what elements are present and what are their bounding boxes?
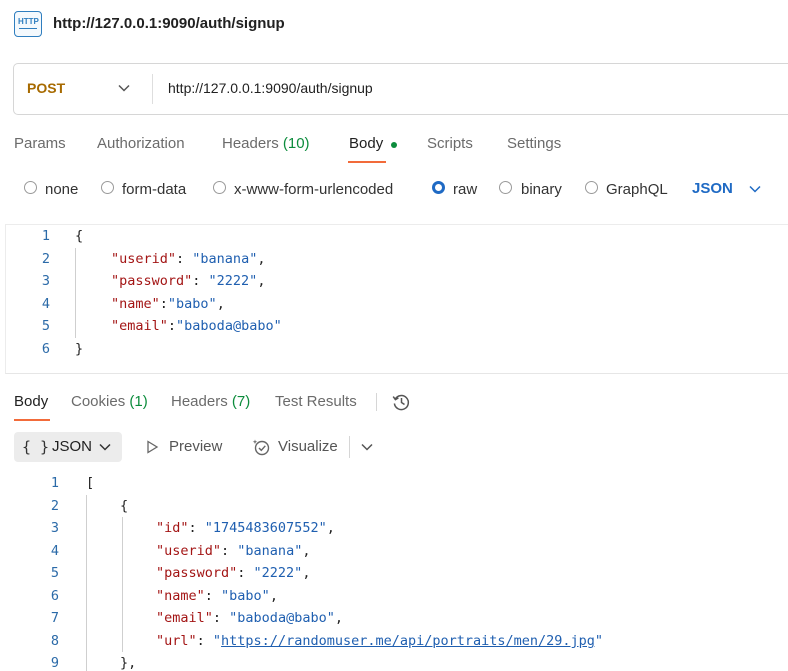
response-tab-test-results[interactable]: Test Results — [275, 393, 357, 410]
radio-graphql-label: GraphQL — [606, 181, 668, 198]
response-tab-cookies[interactable]: Cookies (1) — [71, 393, 148, 410]
history-icon[interactable] — [391, 392, 411, 412]
code-line: "url": "https://randomuser.me/api/portra… — [156, 633, 604, 649]
tab-authorization[interactable]: Authorization — [97, 135, 185, 152]
headers-count: (10) — [282, 135, 310, 152]
radio-urlencoded[interactable] — [213, 181, 226, 194]
language-select[interactable]: JSON — [692, 180, 733, 197]
radio-form-data-label: form-data — [122, 181, 187, 198]
active-tab-indicator — [14, 419, 50, 421]
headers-count: (7) — [231, 393, 251, 410]
braces-icon: { } — [22, 438, 50, 456]
request-title[interactable]: http://127.0.0.1:9090/auth/signup — [53, 15, 285, 32]
code-line: } — [75, 341, 84, 357]
code-line: "password": "2222", — [111, 273, 266, 289]
indent-guide — [75, 248, 76, 338]
radio-form-data[interactable] — [101, 181, 114, 194]
line-number: 6 — [50, 588, 59, 604]
divider — [349, 436, 350, 458]
tab-body[interactable]: Body — [349, 135, 383, 152]
code-line: "userid": "banana", — [111, 251, 266, 267]
tab-scripts[interactable]: Scripts — [427, 135, 473, 152]
method-select[interactable]: POST — [27, 80, 65, 96]
code-line: "password": "2222", — [156, 565, 311, 581]
line-number: 5 — [50, 565, 59, 581]
visualize-button[interactable]: Visualize — [278, 438, 338, 455]
line-number: 1 — [50, 475, 59, 491]
active-tab-indicator — [348, 161, 386, 163]
indent-guide — [122, 517, 123, 652]
radio-raw[interactable] — [432, 181, 445, 194]
response-url-link[interactable]: https://randomuser.me/api/portraits/men/… — [221, 633, 595, 649]
code-line: "email": "baboda@babo", — [156, 610, 343, 626]
divider — [376, 393, 377, 411]
chevron-down-icon[interactable] — [360, 440, 374, 454]
preview-button[interactable]: Preview — [169, 438, 222, 455]
url-input[interactable]: http://127.0.0.1:9090/auth/signup — [168, 80, 373, 96]
line-number: 4 — [41, 296, 50, 312]
radio-urlencoded-label: x-www-form-urlencoded — [234, 181, 394, 198]
chevron-down-icon — [99, 443, 111, 451]
code-line: "id": "1745483607552", — [156, 520, 335, 536]
line-number: 3 — [50, 520, 59, 536]
line-number: 4 — [50, 543, 59, 559]
radio-none-label: none — [45, 181, 79, 198]
radio-binary-label: binary — [521, 181, 562, 198]
url-divider — [152, 74, 153, 104]
http-request-icon: HTTP — [14, 11, 42, 37]
body-modified-dot — [391, 142, 397, 148]
radio-none[interactable] — [24, 181, 37, 194]
line-number: 2 — [50, 498, 59, 514]
play-icon — [147, 440, 159, 454]
tab-headers-label: Headers — [171, 393, 228, 410]
code-line: }, — [120, 655, 137, 671]
response-tab-headers[interactable]: Headers (7) — [171, 393, 250, 410]
line-number: 1 — [41, 228, 50, 244]
line-number: 9 — [50, 655, 59, 671]
cookies-count: (1) — [129, 393, 148, 410]
line-number: 8 — [50, 633, 59, 649]
code-line: "name":"babo", — [111, 296, 225, 312]
code-line: { — [75, 228, 84, 244]
radio-binary[interactable] — [499, 181, 512, 194]
line-number: 7 — [50, 610, 59, 626]
indent-guide — [86, 495, 87, 671]
chevron-down-icon[interactable] — [748, 182, 762, 196]
line-number: 3 — [41, 273, 50, 289]
tab-settings[interactable]: Settings — [507, 135, 561, 152]
visualize-icon — [252, 439, 270, 456]
tab-headers-label: Headers — [222, 135, 279, 152]
line-number: 2 — [41, 251, 50, 267]
code-line: [ — [86, 475, 95, 491]
radio-graphql[interactable] — [585, 181, 598, 194]
radio-raw-label: raw — [453, 181, 478, 198]
response-tab-body[interactable]: Body — [14, 393, 48, 410]
code-line: "userid": "banana", — [156, 543, 311, 559]
code-line: "email":"baboda@babo" — [111, 318, 282, 334]
line-number: 6 — [41, 341, 50, 357]
line-number: 5 — [41, 318, 50, 334]
tab-params[interactable]: Params — [14, 135, 66, 152]
format-label: JSON — [52, 438, 93, 455]
code-line: "name": "babo", — [156, 588, 278, 604]
chevron-down-icon[interactable] — [117, 81, 131, 95]
tab-headers[interactable]: Headers (10) — [222, 135, 310, 152]
code-line: { — [120, 498, 129, 514]
tab-cookies-label: Cookies — [71, 393, 126, 410]
